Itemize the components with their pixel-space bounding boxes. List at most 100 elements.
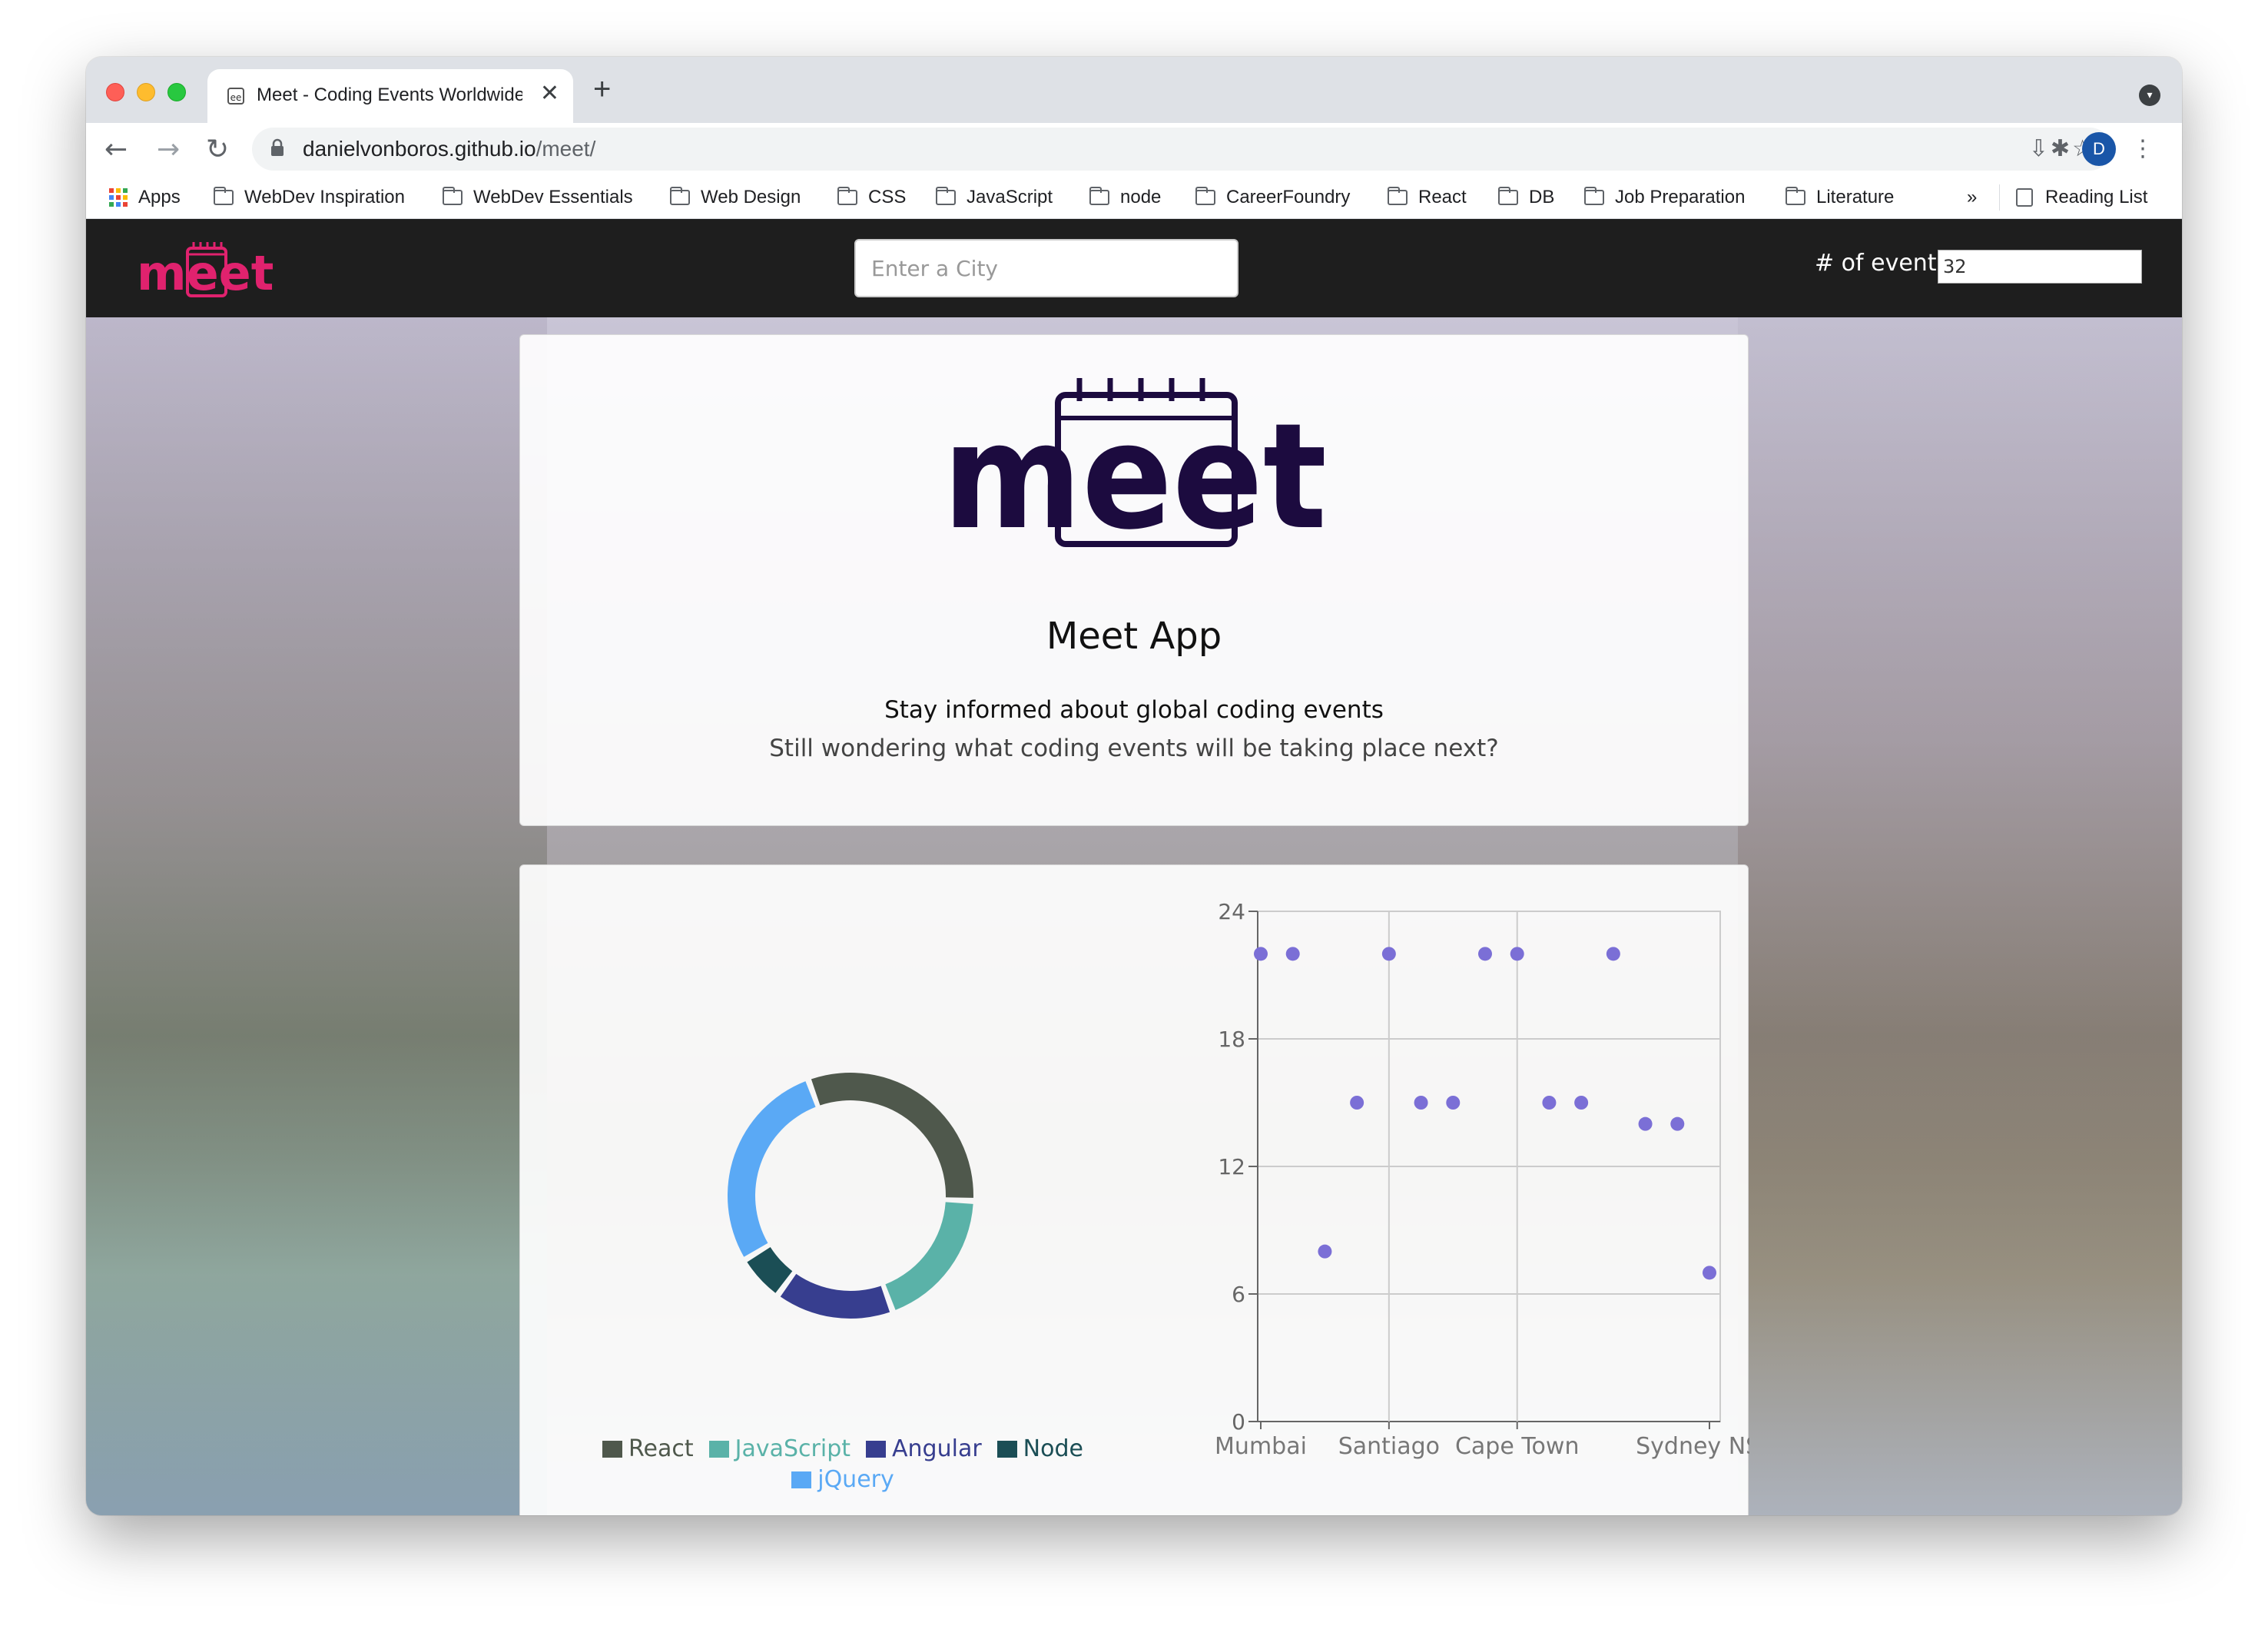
- bookmarks-overflow-button[interactable]: »: [1967, 186, 1977, 209]
- bookmark-folder[interactable]: node: [1089, 186, 1161, 209]
- x-tick-label: Mumbai: [1215, 1433, 1307, 1460]
- scatter-point[interactable]: [1350, 1096, 1364, 1110]
- legend-label: JavaScript: [734, 1435, 851, 1462]
- logo-text-large: meet: [943, 392, 1327, 558]
- close-window-button[interactable]: [106, 83, 124, 101]
- scatter-point[interactable]: [1254, 947, 1268, 961]
- apps-grid-icon: [109, 188, 128, 207]
- maximize-window-button[interactable]: [167, 83, 186, 101]
- active-tab[interactable]: ee Meet - Coding Events Worldwide ✕: [207, 69, 573, 123]
- folder-icon: [837, 187, 857, 205]
- bookmark-label: node: [1120, 187, 1162, 207]
- y-tick-label: 24: [1218, 899, 1245, 924]
- events-count-input[interactable]: [1938, 250, 2142, 284]
- y-tick-label: 0: [1232, 1409, 1245, 1435]
- reload-icon[interactable]: ↻: [206, 134, 229, 165]
- bookmark-label: CareerFoundry: [1226, 187, 1351, 207]
- browser-menu-icon[interactable]: ⋮: [2131, 135, 2154, 162]
- scatter-point[interactable]: [1703, 1266, 1716, 1280]
- bookmark-folder[interactable]: JavaScript: [936, 186, 1053, 209]
- bookmark-folder[interactable]: WebDev Essentials: [443, 186, 633, 209]
- city-search-input[interactable]: [854, 239, 1238, 297]
- back-arrow-icon[interactable]: ←: [104, 134, 128, 165]
- tab-strip: ee Meet - Coding Events Worldwide ✕ + ▾: [86, 57, 2182, 123]
- logo-text: meet: [137, 245, 274, 301]
- legend-item: Angular: [866, 1434, 982, 1465]
- bookmark-label: CSS: [868, 187, 907, 207]
- meet-logo-small: meet: [137, 242, 274, 301]
- install-app-icon[interactable]: ⇩: [2029, 135, 2048, 162]
- url-text[interactable]: danielvonboros.github.io/meet/: [303, 137, 595, 161]
- scatter-point[interactable]: [1574, 1096, 1589, 1110]
- pie-legend: React JavaScript Angular Node jQuery: [566, 1434, 1119, 1495]
- bookmark-label: Apps: [138, 187, 181, 207]
- bookmark-label: JavaScript: [967, 187, 1053, 207]
- bookmarks-bar: Apps WebDev Inspiration WebDev Essential…: [86, 175, 2182, 219]
- bookmark-folder[interactable]: Literature: [1786, 186, 1894, 209]
- scatter-point[interactable]: [1478, 947, 1492, 961]
- extensions-puzzle-icon[interactable]: ✱: [2051, 135, 2070, 162]
- background-photo-right: [1738, 317, 2182, 1515]
- pie-slice-javascript[interactable]: [885, 1202, 973, 1310]
- scatter-point[interactable]: [1381, 947, 1396, 961]
- bookmark-label: Web Design: [701, 187, 801, 207]
- scatter-point[interactable]: [1670, 1116, 1685, 1131]
- scatter-point[interactable]: [1446, 1096, 1461, 1110]
- bookmark-folder[interactable]: DB: [1498, 186, 1554, 209]
- scatter-point[interactable]: [1414, 1096, 1428, 1110]
- folder-icon: [670, 187, 690, 205]
- folder-icon: [1388, 187, 1408, 205]
- scatter-point[interactable]: [1542, 1096, 1557, 1110]
- scatter-point[interactable]: [1606, 947, 1620, 961]
- bookmark-folder[interactable]: WebDev Inspiration: [214, 186, 405, 209]
- address-bar[interactable]: danielvonboros.github.io/meet/ ⇩ ☆: [252, 128, 2111, 171]
- legend-label: Angular: [892, 1435, 982, 1462]
- pie-slice-angular[interactable]: [780, 1273, 890, 1319]
- folder-icon: [1786, 187, 1805, 205]
- browser-window: ee Meet - Coding Events Worldwide ✕ + ▾ …: [86, 57, 2182, 1515]
- pie-slice-jquery[interactable]: [728, 1081, 816, 1257]
- folder-icon: [214, 187, 234, 205]
- pie-slice-react[interactable]: [811, 1073, 973, 1198]
- tab-title: Meet - Coding Events Worldwide: [257, 85, 522, 105]
- legend-item: Node: [996, 1434, 1083, 1465]
- y-tick-label: 6: [1232, 1282, 1245, 1307]
- scatter-point[interactable]: [1285, 947, 1300, 961]
- url-path: /meet/: [536, 137, 596, 161]
- main-content: meet Meet App Stay informed about global…: [86, 317, 2182, 1515]
- bookmark-apps[interactable]: Apps: [109, 186, 181, 209]
- bookmark-label: Job Preparation: [1615, 187, 1746, 207]
- profile-avatar[interactable]: D: [2082, 132, 2116, 166]
- folder-icon: [936, 187, 956, 205]
- folder-icon: [1498, 187, 1518, 205]
- y-tick-label: 12: [1218, 1154, 1245, 1179]
- legend-label: Node: [1023, 1435, 1083, 1462]
- folder-icon: [1089, 187, 1109, 205]
- bookmarks-divider: [1999, 184, 2000, 211]
- bookmark-folder[interactable]: React: [1388, 186, 1467, 209]
- legend-swatch: [866, 1441, 887, 1458]
- forward-arrow-icon[interactable]: →: [157, 134, 180, 165]
- tab-favicon-icon: ee: [227, 88, 244, 105]
- bookmark-folder[interactable]: CareerFoundry: [1195, 186, 1350, 209]
- charts-canvas: 0 6 12 18 24 Mumbai Santiago Cape Town Sydney NS…: [728, 899, 1749, 1460]
- minimize-window-button[interactable]: [137, 83, 155, 101]
- scatter-point[interactable]: [1318, 1244, 1332, 1259]
- pie-slice-node[interactable]: [747, 1247, 793, 1293]
- tab-search-icon[interactable]: ▾: [2139, 85, 2160, 106]
- legend-item: JavaScript: [708, 1434, 851, 1465]
- new-tab-button[interactable]: +: [593, 72, 611, 107]
- close-tab-icon[interactable]: ✕: [540, 80, 559, 107]
- reading-list-label: Reading List: [2045, 187, 2148, 207]
- reading-list-button[interactable]: Reading List: [2016, 186, 2147, 209]
- bookmark-folder[interactable]: Web Design: [670, 186, 801, 209]
- city-scatter-chart: 0 6 12 18 24 Mumbai Santiago Cape Town Sydney NS…: [1215, 899, 1749, 1460]
- app-header: meet # of events: [86, 219, 2182, 317]
- bookmark-folder[interactable]: Job Preparation: [1584, 186, 1745, 209]
- scatter-point[interactable]: [1638, 1116, 1653, 1131]
- app-subline: Still wondering what coding events will …: [769, 735, 1499, 762]
- bookmark-folder[interactable]: CSS: [837, 186, 906, 209]
- scatter-point[interactable]: [1510, 947, 1524, 961]
- legend-label: React: [628, 1435, 694, 1462]
- url-domain: danielvonboros.github.io: [303, 137, 536, 161]
